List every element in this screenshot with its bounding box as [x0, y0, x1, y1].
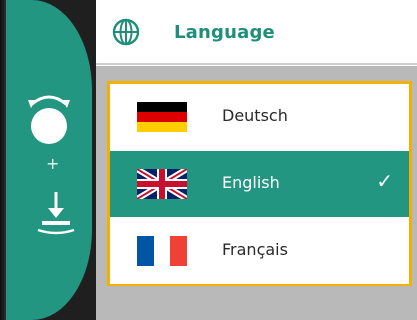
language-label: Deutsch	[222, 106, 288, 125]
press-down-icon[interactable]	[36, 188, 76, 238]
language-item-english[interactable]: English ✓	[110, 151, 409, 217]
globe-icon	[112, 18, 140, 46]
language-label: Français	[222, 240, 288, 259]
language-list: Deutsch English ✓ Français	[107, 81, 412, 286]
header-divider	[96, 63, 417, 65]
german-flag-icon	[137, 102, 187, 132]
page-title: Language	[174, 22, 275, 43]
language-item-francais[interactable]: Français	[110, 218, 409, 284]
device-bezel: +	[0, 0, 96, 320]
display-screen: Language Deutsch English ✓ Français	[96, 0, 417, 320]
rotary-knob-icon[interactable]	[26, 90, 72, 146]
checkmark-icon: ✓	[376, 169, 393, 193]
french-flag-icon	[137, 236, 187, 266]
plus-sign: +	[46, 154, 60, 173]
uk-flag-icon	[137, 169, 187, 199]
header-bar: Language	[96, 0, 417, 66]
bezel-controls: +	[0, 0, 96, 320]
language-label: English	[222, 173, 280, 192]
footer-bar	[96, 294, 417, 320]
language-item-deutsch[interactable]: Deutsch	[110, 84, 409, 150]
